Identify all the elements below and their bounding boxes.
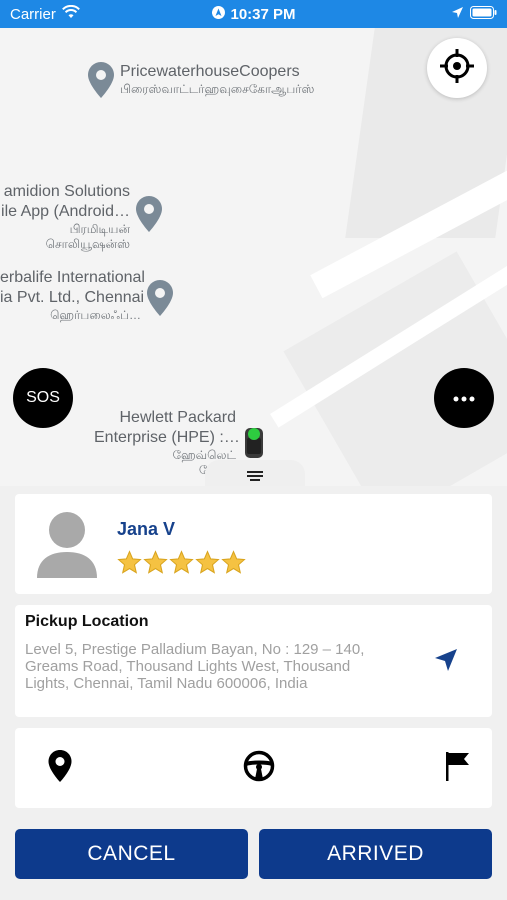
star-icon xyxy=(169,550,194,580)
status-bar-center: 10:37 PM xyxy=(211,5,296,23)
cancel-button[interactable]: CANCEL xyxy=(15,829,248,879)
map-pin-icon xyxy=(88,62,114,98)
avatar-icon xyxy=(37,512,97,585)
poi-label: amidion Solutions ile App (Android… பிரம… xyxy=(0,182,130,252)
poi-sub: பிரைஸ்வாட்டர்ஹவுசைகோஆபர்ஸ் xyxy=(120,82,315,96)
flag-icon[interactable] xyxy=(444,750,472,787)
poi-herbalife[interactable]: erbalife International ia Pvt. Ltd., Che… xyxy=(0,268,173,323)
arrived-button[interactable]: ARRIVED xyxy=(259,829,492,879)
poi-name-line1: amidion Solutions xyxy=(3,183,130,200)
carrier-label: Carrier xyxy=(10,5,56,23)
location-status-icon xyxy=(211,5,225,23)
map-pin-icon[interactable] xyxy=(47,749,73,788)
star-icon xyxy=(221,550,246,580)
poi-name-line2: ile App (Android… xyxy=(1,203,130,220)
poi-sub: சொலியூஷன்ஸ் xyxy=(45,237,130,251)
drawer-handle[interactable] xyxy=(205,460,305,488)
poi-sub: பிரமிடியன் xyxy=(69,222,130,236)
poi-label: erbalife International ia Pvt. Ltd., Che… xyxy=(0,268,145,323)
clock: 10:37 PM xyxy=(230,5,296,23)
poi-name-line2: ia Pvt. Ltd., Chennai xyxy=(0,289,145,306)
poi-pyramidion-solutions[interactable]: amidion Solutions ile App (Android… பிரம… xyxy=(0,182,162,252)
poi-sub: ஹெர்பலைஃப்… xyxy=(50,308,141,322)
sos-button[interactable]: SOS xyxy=(13,368,73,428)
poi-name-line2: Enterprise (HPE) :… xyxy=(94,429,240,446)
pickup-card: Pickup Location Level 5, Prestige Pallad… xyxy=(15,605,492,717)
star-icon xyxy=(117,550,142,580)
driver-rating xyxy=(117,550,246,580)
star-icon xyxy=(195,550,220,580)
status-bar-left: Carrier xyxy=(10,4,80,23)
map-pin-icon xyxy=(147,280,173,316)
crosshair-icon xyxy=(440,48,474,88)
poi-name: PricewaterhouseCoopers xyxy=(120,63,300,80)
star-icon xyxy=(143,550,168,580)
driver-card: Jana V xyxy=(15,494,492,594)
locate-me-button[interactable] xyxy=(427,38,487,98)
pickup-address: Level 5, Prestige Palladium Bayan, No : … xyxy=(25,641,365,692)
wifi-icon xyxy=(61,4,80,23)
map-pin-icon xyxy=(136,196,162,232)
poi-name-line1: erbalife International xyxy=(0,269,145,286)
status-bar-right xyxy=(451,5,497,23)
location-arrow-icon xyxy=(451,6,464,23)
steering-wheel-icon[interactable] xyxy=(243,750,275,787)
trip-panel: Jana V Pickup Location Level 5, Prestige… xyxy=(0,486,507,900)
more-options-button[interactable] xyxy=(434,368,494,428)
poi-label: PricewaterhouseCoopers பிரைஸ்வாட்டர்ஹவுச… xyxy=(120,62,314,97)
map-view[interactable]: PricewaterhouseCoopers பிரைஸ்வாட்டர்ஹவுச… xyxy=(0,28,507,488)
poi-name-line1: Hewlett Packard xyxy=(119,409,237,426)
trip-status-card xyxy=(15,728,492,808)
sos-label: SOS xyxy=(26,389,60,406)
navigation-arrow-icon[interactable] xyxy=(433,647,459,678)
pickup-title: Pickup Location xyxy=(25,613,149,630)
battery-icon xyxy=(470,5,497,23)
more-icon xyxy=(453,389,475,407)
status-bar: Carrier 10:37 PM xyxy=(0,0,507,28)
poi-pricewaterhousecoopers[interactable]: PricewaterhouseCoopers பிரைஸ்வாட்டர்ஹவுச… xyxy=(88,62,314,98)
driver-name: Jana V xyxy=(117,519,176,539)
